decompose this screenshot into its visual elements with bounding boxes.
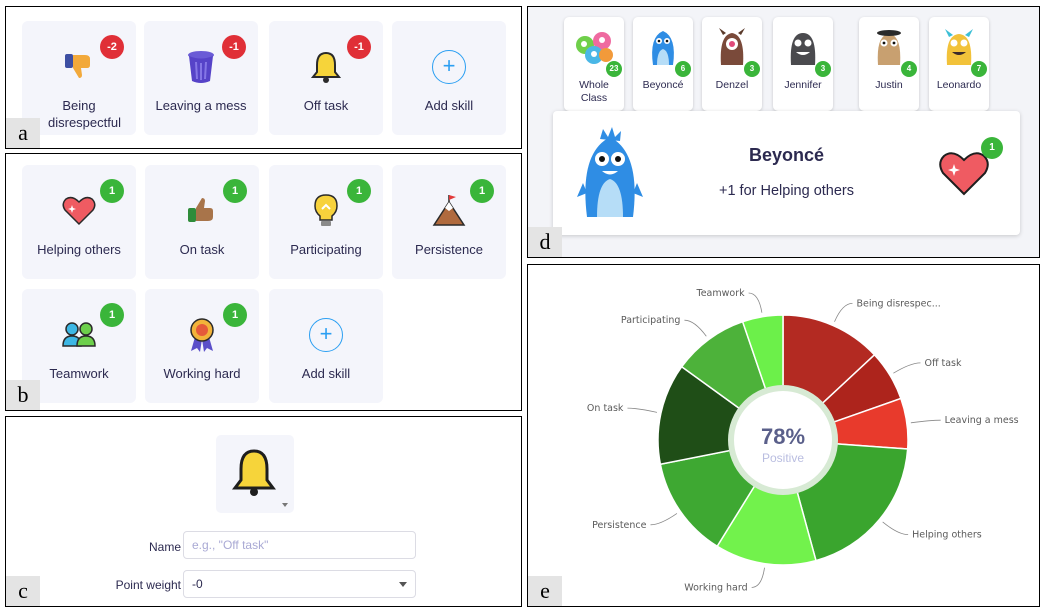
student-card-beyonce[interactable]: 6 Beyoncé bbox=[633, 17, 693, 111]
pie-label: Helping others bbox=[912, 530, 982, 541]
student-name: Justin bbox=[875, 79, 903, 91]
skill-label: Persistence bbox=[415, 242, 483, 257]
pie-label: Being disrespec... bbox=[856, 298, 940, 309]
panel-b: 1 Helping others 1 On task 1 Participati… bbox=[5, 153, 522, 411]
name-label: Name bbox=[148, 540, 181, 554]
panel-a: -2 Being disrespectful -1 Leaving a mess… bbox=[5, 6, 522, 149]
behavior-donut-chart: Being disrespec... Off task Leaving a mess… bbox=[587, 288, 1019, 593]
student-card-justin[interactable]: 4 Justin bbox=[859, 17, 919, 111]
student-card-jennifer[interactable]: 3 Jennifer bbox=[773, 17, 833, 111]
student-name: Jennifer bbox=[784, 79, 822, 91]
panel-e: Being disrespec... Off task Leaving a mess… bbox=[527, 264, 1040, 607]
student-card-whole-class[interactable]: 23 Whole Class bbox=[564, 17, 624, 111]
point-badge: 1 bbox=[223, 179, 247, 203]
point-badge: -2 bbox=[100, 35, 124, 59]
skill-label: Working hard bbox=[163, 366, 241, 381]
pie-leader-line bbox=[834, 302, 853, 322]
skill-card-working-hard[interactable]: 1 Working hard bbox=[145, 289, 259, 403]
icon-picker-button[interactable] bbox=[216, 435, 294, 513]
pie-label: Teamwork bbox=[696, 288, 746, 299]
skill-label: Teamwork bbox=[49, 366, 109, 381]
pie-leader-line bbox=[910, 419, 941, 424]
chevron-down-icon bbox=[399, 582, 407, 587]
pie-leader-line bbox=[751, 567, 765, 588]
pie-leader-line bbox=[627, 407, 658, 413]
skill-label: Being disrespectful bbox=[48, 98, 121, 130]
point-badge: -1 bbox=[347, 35, 371, 59]
student-card-leonardo[interactable]: 7 Leonardo bbox=[929, 17, 989, 111]
point-badge: 1 bbox=[981, 137, 1003, 159]
pie-label: Persistence bbox=[592, 520, 646, 531]
pie-label: Off task bbox=[924, 358, 962, 369]
panel-label: b bbox=[6, 380, 40, 410]
point-count: 7 bbox=[971, 61, 987, 77]
pie-leader-line bbox=[893, 362, 921, 374]
student-name: Leonardo bbox=[936, 79, 982, 91]
pie-label: Leaving a mess bbox=[945, 415, 1019, 426]
panel-d: 23 Whole Class 6 Beyoncé 3 Denzel 3 Jenn… bbox=[527, 6, 1040, 258]
student-name: Beyoncé bbox=[642, 79, 684, 91]
feedback-card: Beyoncé +1 for Helping others 1 bbox=[553, 111, 1020, 235]
panel-label: a bbox=[6, 118, 40, 148]
skill-card-persistence[interactable]: 1 Persistence bbox=[392, 165, 506, 279]
point-badge: -1 bbox=[222, 35, 246, 59]
blue-monster-avatar bbox=[575, 123, 645, 228]
panel-c: Name Point weight -0 c bbox=[5, 416, 522, 607]
panel-label: e bbox=[528, 576, 562, 606]
heart-icon bbox=[938, 151, 990, 202]
chevron-down-icon bbox=[282, 503, 288, 507]
pie-label: On task bbox=[587, 403, 624, 414]
point-badge: 1 bbox=[223, 303, 247, 327]
skill-card-off-task[interactable]: -1 Off task bbox=[269, 21, 383, 135]
pie-leader-line bbox=[748, 292, 763, 313]
point-weight-select[interactable]: -0 bbox=[183, 570, 416, 598]
panel-label: c bbox=[6, 576, 40, 606]
skill-card-on-task[interactable]: 1 On task bbox=[145, 165, 259, 279]
skill-label: On task bbox=[179, 242, 225, 257]
point-count: 3 bbox=[744, 61, 760, 77]
skill-label: Off task bbox=[303, 98, 349, 113]
add-skill-button[interactable]: + Add skill bbox=[392, 21, 506, 135]
student-card-denzel[interactable]: 3 Denzel bbox=[702, 17, 762, 111]
point-weight-label: Point weight bbox=[115, 578, 181, 592]
bell-icon bbox=[231, 448, 277, 503]
add-skill-label: Add skill bbox=[301, 366, 351, 381]
feedback-student-name: Beyoncé bbox=[748, 145, 825, 165]
point-badge: 1 bbox=[100, 303, 124, 327]
panel-label: d bbox=[528, 227, 562, 257]
point-badge: 1 bbox=[347, 179, 371, 203]
point-weight-value: -0 bbox=[192, 577, 203, 591]
point-count: 23 bbox=[606, 61, 622, 77]
positive-label: Positive bbox=[762, 451, 804, 465]
skill-card-participating[interactable]: 1 Participating bbox=[269, 165, 383, 279]
pie-leader-line bbox=[650, 513, 678, 526]
add-skill-label: Add skill bbox=[424, 98, 474, 113]
feedback-message: +1 for Helping others bbox=[718, 183, 854, 199]
point-count: 6 bbox=[675, 61, 691, 77]
pie-leader-line bbox=[684, 319, 707, 337]
skill-card-leaving-a-mess[interactable]: -1 Leaving a mess bbox=[144, 21, 258, 135]
student-name: Denzel bbox=[715, 79, 749, 91]
pie-leader-line bbox=[882, 521, 909, 535]
point-count: 4 bbox=[901, 61, 917, 77]
positive-percent: 78% bbox=[761, 424, 805, 449]
pie-label: Working hard bbox=[684, 582, 747, 593]
plus-icon: + bbox=[392, 47, 506, 87]
add-skill-button[interactable]: + Add skill bbox=[269, 289, 383, 403]
point-count: 3 bbox=[815, 61, 831, 77]
name-field[interactable] bbox=[183, 531, 416, 559]
skill-label: Leaving a mess bbox=[155, 98, 247, 113]
plus-icon: + bbox=[269, 315, 383, 355]
skill-label: Participating bbox=[290, 242, 362, 257]
skill-label: Helping others bbox=[37, 242, 121, 257]
point-badge: 1 bbox=[470, 179, 494, 203]
skill-card-helping-others[interactable]: 1 Helping others bbox=[22, 165, 136, 279]
pie-label: Participating bbox=[621, 315, 681, 326]
point-badge: 1 bbox=[100, 179, 124, 203]
student-name: Whole Class bbox=[579, 79, 609, 104]
